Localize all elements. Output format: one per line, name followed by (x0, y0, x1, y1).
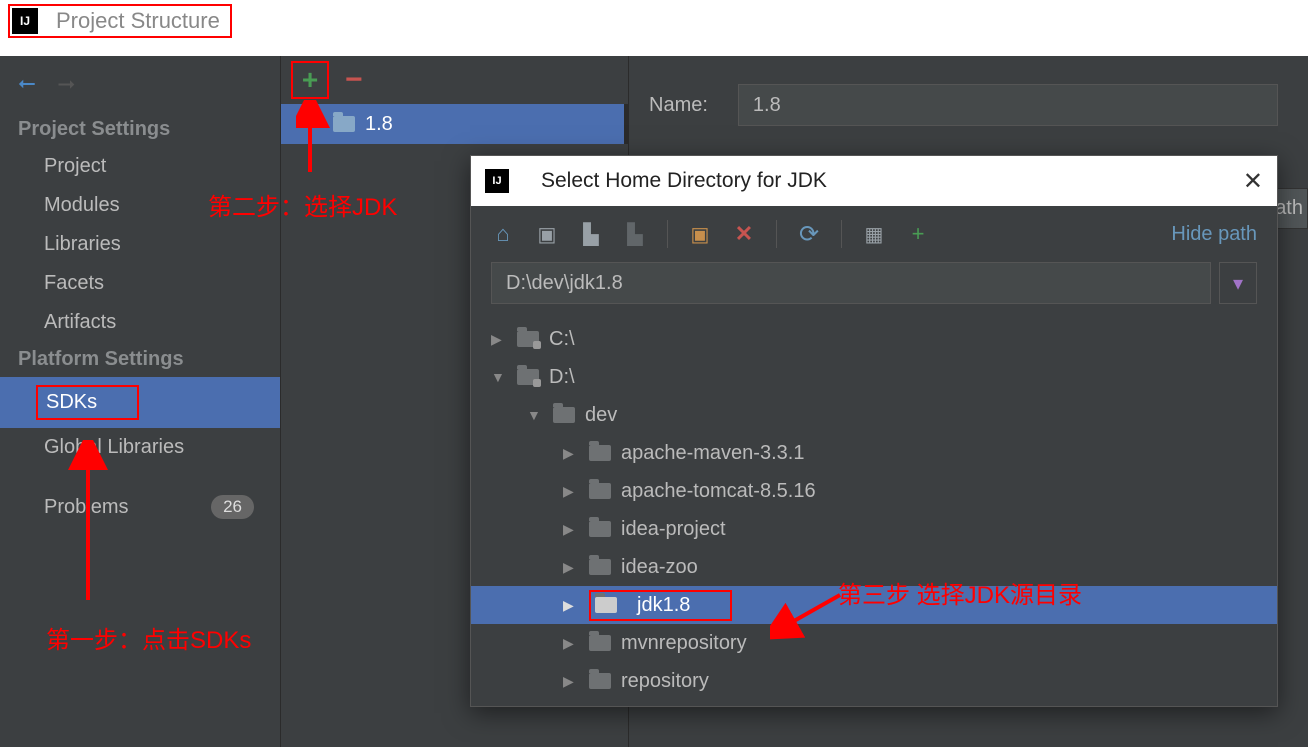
folder-icon (589, 635, 611, 651)
folder-icon (595, 597, 617, 613)
expand-arrow-icon[interactable]: ▶ (491, 331, 509, 348)
intellij-app-icon: IJ (12, 8, 38, 34)
sdks-highlight-box: SDKs (36, 385, 139, 420)
tree-folder[interactable]: ▶ mvnrepository (471, 624, 1277, 662)
desktop-icon[interactable]: ▣ (535, 222, 559, 246)
add-sdk-highlight-box: + (291, 61, 329, 99)
expand-arrow-icon[interactable]: ▶ (563, 597, 581, 614)
title-highlight-box: IJ Project Structure (8, 4, 232, 38)
collapse-arrow-icon[interactable]: ▼ (491, 369, 509, 385)
window-titlebar: IJ Project Structure (0, 0, 1308, 42)
show-hidden-icon[interactable]: ▦ (862, 222, 886, 246)
tree-folder[interactable]: ▶ apache-tomcat-8.5.16 (471, 472, 1277, 510)
tree-folder-dev[interactable]: ▼ dev (471, 396, 1277, 434)
module-folder-icon[interactable]: ▙ (623, 222, 647, 246)
jdk-folder-icon (333, 116, 355, 132)
tree-folder[interactable]: ▶ idea-project (471, 510, 1277, 548)
tree-drive-d[interactable]: ▼ D:\ (471, 358, 1277, 396)
disk-icon (517, 369, 539, 385)
select-home-directory-dialog: IJ Select Home Directory for JDK ✕ ⌂ ▣ ▙… (470, 155, 1278, 707)
tree-folder[interactable]: ▶ apache-maven-3.3.1 (471, 434, 1277, 472)
dialog-close-icon[interactable]: ✕ (1243, 167, 1263, 196)
sidebar-item-modules[interactable]: Modules (0, 186, 280, 225)
folder-icon (589, 483, 611, 499)
expand-arrow-icon[interactable]: ▶ (563, 521, 581, 538)
expand-arrow-icon[interactable]: ▶ (563, 673, 581, 690)
expand-arrow-icon[interactable]: ▶ (563, 483, 581, 500)
sidebar-item-problems[interactable]: Problems 26 (0, 487, 280, 527)
history-dropdown-icon[interactable]: ▾ (1219, 262, 1257, 304)
folder-icon (553, 407, 575, 423)
folder-icon (589, 673, 611, 689)
platform-settings-header: Platform Settings (0, 342, 280, 377)
toolbar-separator (667, 220, 668, 248)
expand-arrow-icon[interactable]: ▶ (563, 559, 581, 576)
sdk-name: 1.8 (365, 113, 393, 136)
hide-path-link[interactable]: Hide path (1171, 223, 1257, 246)
collapse-arrow-icon[interactable]: ▼ (527, 407, 545, 423)
folder-icon (589, 445, 611, 461)
sidebar-item-facets[interactable]: Facets (0, 264, 280, 303)
dialog-title: Select Home Directory for JDK (541, 169, 827, 193)
sidebar-item-global-libraries[interactable]: Global Libraries (0, 428, 280, 467)
delete-icon[interactable]: ✕ (732, 222, 756, 246)
directory-tree: ▶ C:\ ▼ D:\ ▼ dev ▶ apache-maven-3.3.1 ▶… (471, 314, 1277, 706)
settings-sidebar: ⭠ ⭢ Project Settings Project Modules Lib… (0, 56, 280, 747)
tree-folder[interactable]: ▶ idea-zoo (471, 548, 1277, 586)
remove-sdk-icon[interactable]: − (345, 63, 363, 97)
tree-drive-c[interactable]: ▶ C:\ (471, 320, 1277, 358)
sidebar-item-artifacts[interactable]: Artifacts (0, 303, 280, 342)
tree-folder[interactable]: ▶ repository (471, 662, 1277, 700)
path-input[interactable] (491, 262, 1211, 304)
expand-arrow-icon[interactable]: ▶ (563, 445, 581, 462)
jdk-highlight-box: jdk1.8 (589, 590, 732, 621)
nav-forward-icon[interactable]: ⭢ (58, 70, 76, 96)
add-sdk-icon[interactable]: + (302, 64, 318, 96)
toolbar-separator (776, 220, 777, 248)
sdk-name-input[interactable] (738, 84, 1278, 126)
sidebar-item-sdks[interactable]: SDKs (0, 377, 280, 428)
folder-icon (589, 521, 611, 537)
window-title: Project Structure (56, 8, 220, 34)
problems-count-badge: 26 (211, 495, 254, 519)
home-icon[interactable]: ⌂ (491, 222, 515, 246)
project-settings-header: Project Settings (0, 112, 280, 147)
sdk-list-item[interactable]: 1.8 (281, 104, 628, 144)
tree-folder-jdk-selected[interactable]: ▶ jdk1.8 (471, 586, 1277, 624)
dialog-toolbar: ⌂ ▣ ▙ ▙ ▣ ✕ ⟳ ▦ + Hide path (471, 206, 1277, 262)
new-folder-icon[interactable]: ▣ (688, 222, 712, 246)
toolbar-separator (841, 220, 842, 248)
expand-arrow-icon[interactable]: ▶ (563, 635, 581, 652)
disk-icon (517, 331, 539, 347)
dialog-titlebar[interactable]: IJ Select Home Directory for JDK ✕ (471, 156, 1277, 206)
project-folder-icon[interactable]: ▙ (579, 222, 603, 246)
nav-back-icon[interactable]: ⭠ (18, 70, 36, 96)
sidebar-item-libraries[interactable]: Libraries (0, 225, 280, 264)
refresh-icon[interactable]: ⟳ (797, 222, 821, 246)
add-jdk-icon[interactable]: + (906, 222, 930, 246)
dialog-app-icon: IJ (485, 169, 509, 193)
sidebar-item-project[interactable]: Project (0, 147, 280, 186)
name-label: Name: (649, 94, 708, 117)
folder-icon (589, 559, 611, 575)
